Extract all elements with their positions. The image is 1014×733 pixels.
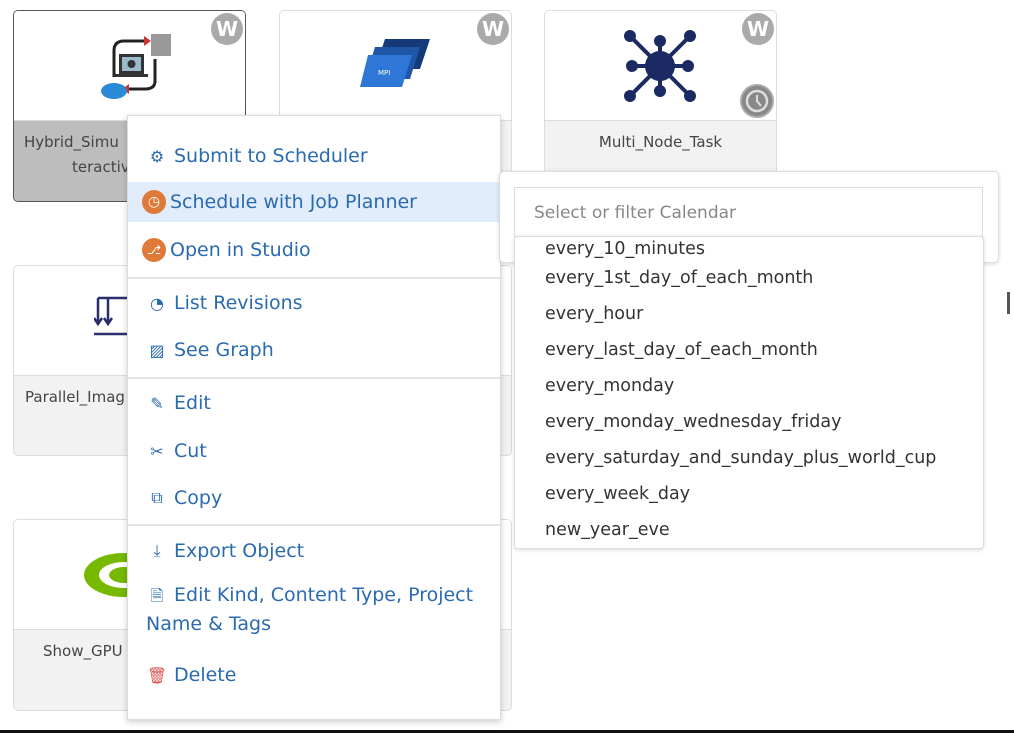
calendar-option[interactable]: every_1st_day_of_each_month (515, 260, 983, 296)
calendar-filter-input[interactable]: Select or filter Calendar (514, 187, 983, 237)
calendar-option[interactable]: new_year_eve (515, 512, 983, 548)
menu-item-edit-kind[interactable]: 🗎 Edit Kind, Content Type, Project Name & … (128, 581, 500, 641)
file-icon: 🗎 (150, 586, 164, 605)
gears-icon: ⚙ (149, 146, 165, 166)
badge-w: W (742, 13, 774, 45)
context-menu: ⚙ Submit to Scheduler ◷ Schedule with Job … (127, 115, 501, 720)
multi-node-icon (624, 30, 696, 102)
menu-item-see-graph[interactable]: ▨ See Graph (128, 330, 500, 370)
menu-item-export-object[interactable]: ⤓ Export Object (128, 531, 500, 571)
menu-divider (128, 277, 500, 279)
workflow-card-multi-node[interactable]: W Multi_Node_Task (544, 10, 777, 180)
calendar-option[interactable]: every_10_minutes (515, 237, 983, 260)
text-cursor (1007, 292, 1010, 314)
badge-w: W (477, 13, 509, 45)
copy-icon: ⧉ (151, 488, 163, 507)
mpi-icon: MPI (360, 39, 430, 87)
studio-icon: ⎇ (142, 238, 166, 262)
menu-item-cut[interactable]: ✂ Cut (128, 431, 500, 471)
menu-item-edit[interactable]: ✎ Edit (128, 383, 500, 423)
menu-item-delete[interactable]: 🗑 Delete (128, 655, 500, 695)
history-icon: ◔ (150, 293, 164, 313)
card-image: W (14, 11, 245, 121)
image-icon: ▨ (149, 340, 165, 360)
menu-item-schedule-job-planner[interactable]: ◷ Schedule with Job Planner (128, 182, 500, 222)
calendar-option[interactable]: every_hour (515, 296, 983, 332)
menu-item-open-in-studio[interactable]: ⎇ Open in Studio (128, 230, 500, 270)
hybrid-workflow-icon (101, 34, 171, 99)
clock-icon: ◷ (142, 190, 166, 214)
scheduled-clock-icon (740, 84, 774, 118)
menu-divider (128, 524, 500, 526)
scissors-icon: ✂ (150, 441, 164, 461)
trash-icon: 🗑 (146, 665, 168, 685)
menu-divider (128, 377, 500, 379)
download-icon: ⤓ (153, 541, 161, 560)
calendar-option[interactable]: every_monday (515, 368, 983, 404)
menu-item-copy[interactable]: ⧉ Copy (128, 478, 500, 518)
badge-w: W (211, 13, 243, 45)
mpi-label: MPI (378, 69, 390, 77)
calendar-dropdown[interactable]: every_10_minutes every_1st_day_of_each_m… (514, 236, 984, 549)
card-title: Multi_Node_Task (598, 133, 723, 151)
calendar-option[interactable]: every_week_day (515, 476, 983, 512)
calendar-option[interactable]: every_monday_wednesday_friday (515, 404, 983, 440)
calendar-option[interactable]: every_last_day_of_each_month (515, 332, 983, 368)
edit-icon: ✎ (150, 393, 164, 413)
calendar-option[interactable]: every_saturday_and_sunday_plus_world_cup (515, 440, 983, 476)
menu-item-list-revisions[interactable]: ◔ List Revisions (128, 283, 500, 323)
menu-item-submit-to-scheduler[interactable]: ⚙ Submit to Scheduler (128, 136, 500, 176)
